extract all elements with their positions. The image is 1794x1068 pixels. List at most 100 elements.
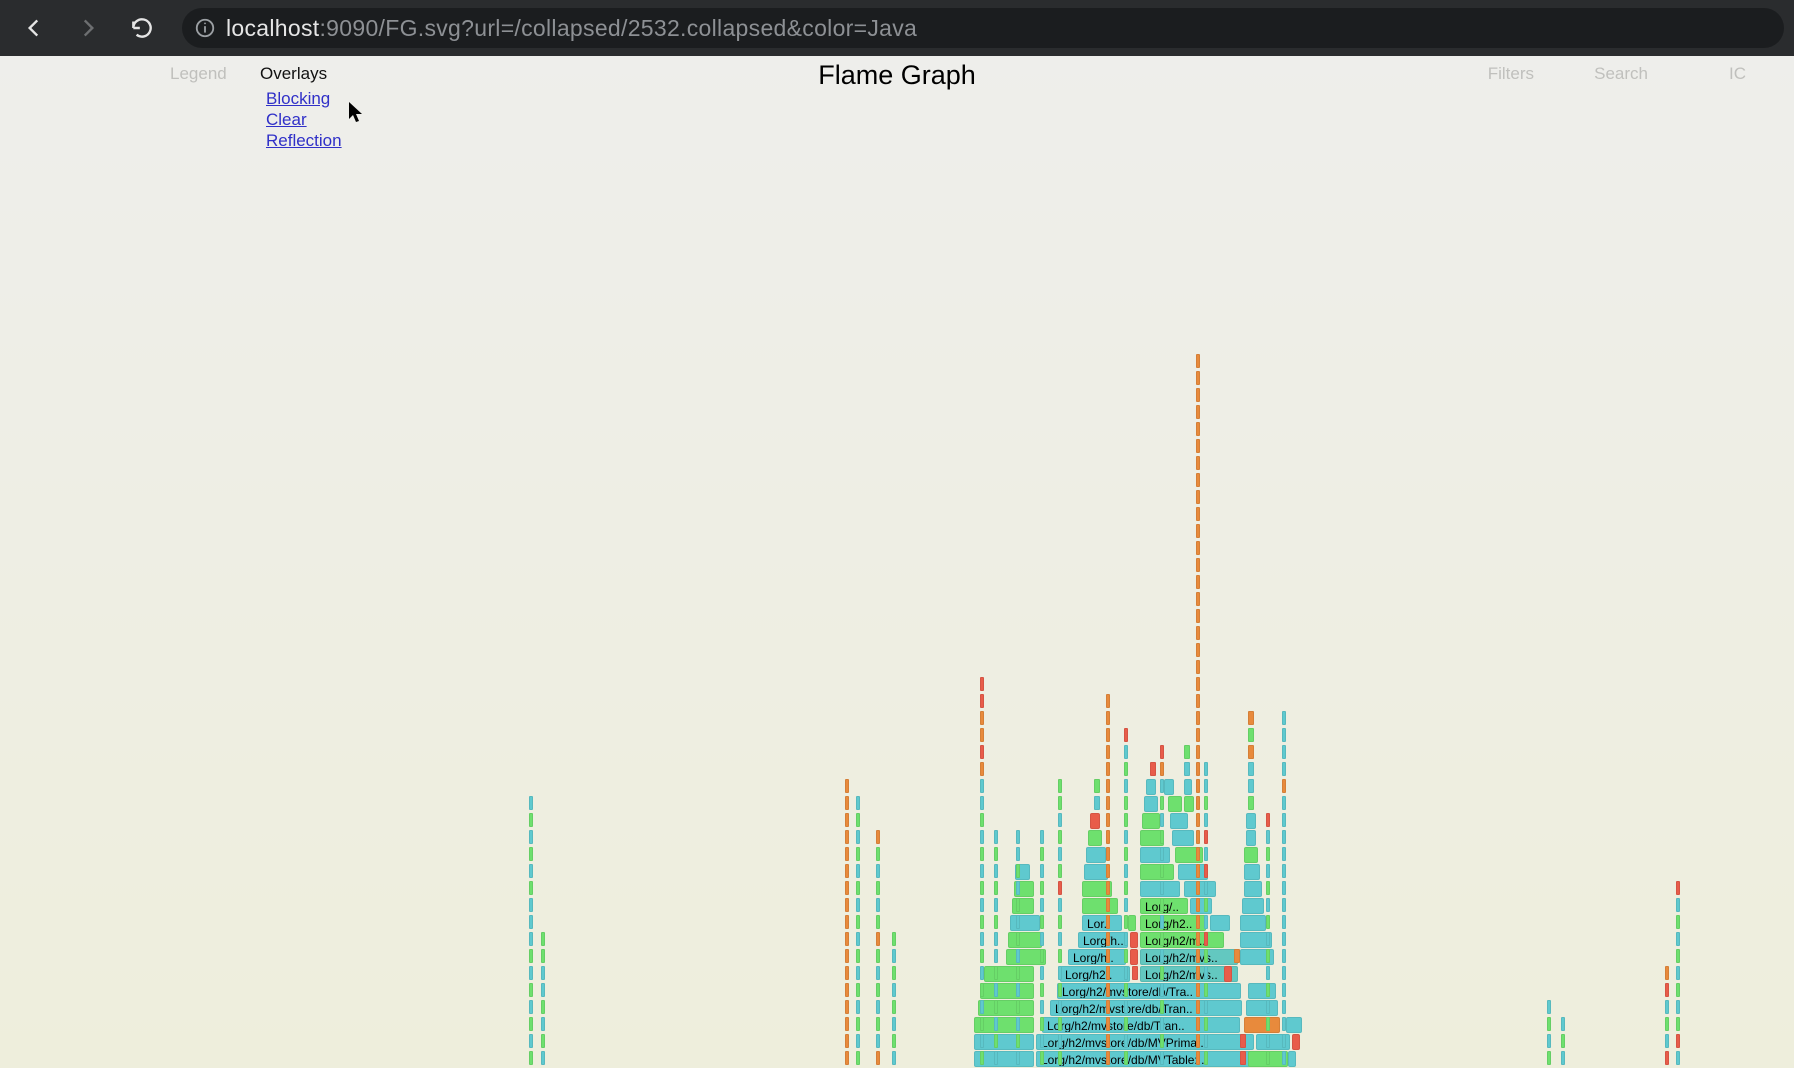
site-info-icon[interactable]	[194, 17, 216, 39]
frame[interactable]	[876, 864, 880, 878]
frame[interactable]	[1676, 1017, 1680, 1031]
frame[interactable]	[980, 983, 984, 997]
frame[interactable]	[1040, 1017, 1044, 1031]
frame[interactable]	[529, 796, 533, 810]
frame[interactable]	[1266, 1017, 1270, 1031]
frame[interactable]	[994, 847, 998, 861]
frame[interactable]	[980, 779, 984, 793]
frame[interactable]	[1246, 1000, 1278, 1016]
frame[interactable]	[1040, 847, 1044, 861]
frame[interactable]	[1196, 1051, 1200, 1065]
frame[interactable]	[1196, 405, 1200, 419]
frame[interactable]	[1106, 915, 1110, 929]
frame[interactable]	[1196, 592, 1200, 606]
frame[interactable]	[1547, 1051, 1551, 1065]
frame[interactable]	[1204, 1000, 1208, 1014]
frame[interactable]	[1184, 745, 1190, 759]
frame[interactable]	[1016, 1034, 1020, 1048]
frame[interactable]	[1246, 813, 1256, 829]
frame[interactable]	[1016, 864, 1020, 878]
frame[interactable]	[1676, 949, 1680, 963]
frame[interactable]	[876, 1051, 880, 1065]
frame[interactable]	[1286, 1017, 1302, 1033]
frame[interactable]	[1190, 898, 1212, 914]
ic-link[interactable]: IC	[1729, 64, 1746, 84]
frame[interactable]: Lorg/..	[1140, 898, 1188, 914]
frame[interactable]	[856, 1017, 860, 1031]
frame[interactable]	[1196, 490, 1200, 504]
frame[interactable]	[994, 1000, 998, 1014]
frame[interactable]	[1282, 864, 1286, 878]
frame[interactable]	[1040, 932, 1044, 946]
frame[interactable]	[1204, 830, 1208, 844]
frame[interactable]	[1196, 728, 1200, 742]
frame[interactable]	[845, 949, 849, 963]
frame[interactable]	[876, 881, 880, 895]
frame[interactable]	[529, 813, 533, 827]
frame[interactable]	[1676, 1034, 1680, 1048]
frame[interactable]	[1124, 796, 1128, 810]
frame[interactable]	[980, 966, 984, 980]
frame[interactable]	[980, 1034, 984, 1048]
frame[interactable]	[541, 1017, 545, 1031]
frame[interactable]	[541, 932, 545, 946]
frame[interactable]	[1168, 796, 1182, 812]
frame[interactable]	[1246, 830, 1256, 846]
frame[interactable]	[1282, 728, 1286, 742]
frame[interactable]: Lorg/h..	[1068, 949, 1126, 965]
frame[interactable]	[1160, 932, 1164, 946]
frame[interactable]	[529, 932, 533, 946]
frame[interactable]	[1676, 966, 1680, 980]
frame[interactable]	[1124, 932, 1128, 946]
frame[interactable]	[1016, 1017, 1020, 1031]
frame[interactable]	[1040, 864, 1044, 878]
frame[interactable]	[1204, 864, 1208, 878]
frame[interactable]	[994, 949, 998, 963]
frame[interactable]: Lorg/h2/mvstore/db/MVPrima..	[1036, 1034, 1254, 1050]
frame[interactable]	[1204, 796, 1208, 810]
frame[interactable]	[845, 796, 849, 810]
frame[interactable]	[1106, 779, 1110, 793]
frame[interactable]	[529, 915, 533, 929]
frame[interactable]	[1106, 694, 1110, 708]
frame[interactable]: Lorg/h2/mvs..	[1140, 949, 1238, 965]
frame[interactable]	[892, 1051, 896, 1065]
frame[interactable]	[1196, 864, 1200, 878]
frame[interactable]	[1266, 966, 1270, 980]
frame[interactable]	[1124, 915, 1128, 929]
frame[interactable]	[1040, 1051, 1044, 1065]
frame[interactable]	[856, 966, 860, 980]
frame[interactable]: Lorg/h2/mvstore/db/Tran..	[1050, 1000, 1242, 1016]
frame[interactable]	[1040, 915, 1044, 929]
frame[interactable]	[1058, 1034, 1062, 1048]
flame-graph[interactable]: Lorg/h2/mvstore/db/MVTable::..Lorg/h2/mv…	[0, 198, 1794, 1068]
frame[interactable]	[1160, 915, 1164, 929]
frame[interactable]	[1204, 983, 1208, 997]
frame[interactable]	[1184, 796, 1194, 812]
frame[interactable]	[1106, 711, 1110, 725]
frame[interactable]	[1058, 898, 1062, 912]
frame[interactable]	[1016, 847, 1020, 861]
frame[interactable]	[1282, 915, 1286, 929]
frame[interactable]	[980, 677, 984, 691]
frame[interactable]	[1160, 864, 1164, 878]
frame[interactable]	[1282, 932, 1286, 946]
frame[interactable]	[1106, 813, 1110, 827]
frame[interactable]	[1016, 932, 1020, 946]
frame[interactable]	[1196, 830, 1200, 844]
frame[interactable]	[1224, 966, 1232, 982]
frame[interactable]	[1266, 1000, 1270, 1014]
overlay-clear[interactable]: Clear	[266, 109, 342, 130]
frame[interactable]	[1547, 1034, 1551, 1048]
frame[interactable]	[541, 1034, 545, 1048]
frame[interactable]	[1058, 813, 1062, 827]
frame[interactable]	[980, 813, 984, 827]
frame[interactable]	[980, 915, 984, 929]
frame[interactable]	[1160, 779, 1164, 793]
frame[interactable]	[1282, 711, 1286, 725]
frame[interactable]	[845, 1017, 849, 1031]
frame[interactable]	[1106, 898, 1110, 912]
frame[interactable]	[1282, 847, 1286, 861]
frame[interactable]	[1242, 898, 1264, 914]
frame[interactable]	[1164, 779, 1174, 795]
